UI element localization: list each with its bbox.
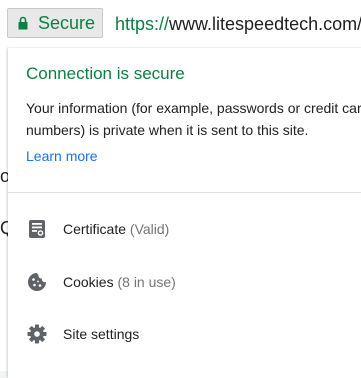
cookies-label: Cookies (8 in use): [63, 274, 176, 290]
popup-title: Connection is secure: [26, 64, 185, 83]
site-settings-label: Site settings: [63, 326, 140, 342]
cookies-row[interactable]: Cookies (8 in use): [8, 264, 361, 300]
cookies-count: (8 in use): [117, 274, 176, 290]
certificate-label: Certificate (Valid): [63, 221, 169, 237]
url-scheme: https://: [115, 14, 170, 34]
certificate-icon: [27, 219, 47, 239]
divider: [8, 192, 361, 193]
security-chip[interactable]: Secure: [7, 8, 103, 38]
lock-icon: [18, 15, 28, 31]
certificate-status: (Valid): [129, 221, 170, 237]
site-settings-row[interactable]: Site settings: [8, 316, 361, 352]
certificate-label-text: Certificate: [63, 221, 127, 237]
learn-more-link[interactable]: Learn more: [26, 148, 98, 164]
security-chip-label: Secure: [38, 13, 96, 33]
popup-description: Your information (for example, passwords…: [26, 100, 361, 138]
gear-icon: [27, 324, 47, 344]
cookie-icon: [27, 272, 47, 292]
page-background: o Q: [0, 48, 14, 371]
url-host: www.litespeedtech.com/s: [169, 14, 361, 34]
cookies-label-text: Cookies: [63, 274, 114, 290]
omnibox: Secure https://www.litespeedtech.com/s: [0, 0, 361, 48]
url-field[interactable]: https://www.litespeedtech.com/s: [115, 9, 361, 39]
page-info-popup: Connection is secure Your information (f…: [8, 48, 361, 378]
certificate-row[interactable]: Certificate (Valid): [8, 211, 361, 247]
